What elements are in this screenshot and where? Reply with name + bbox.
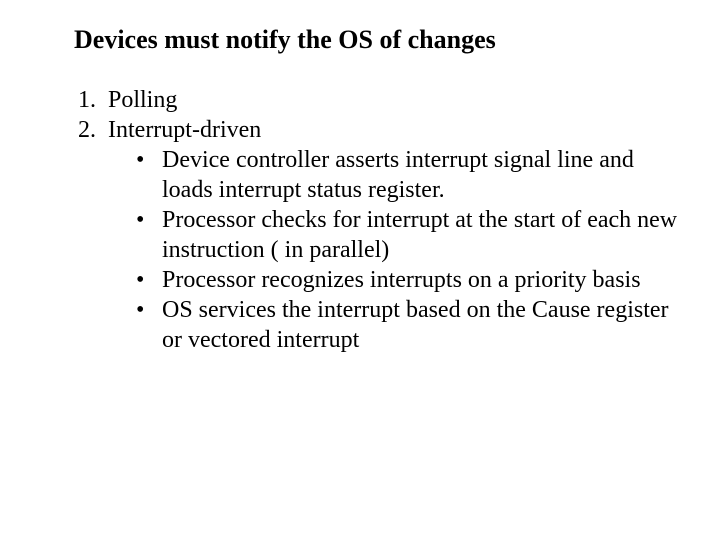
sub-list-item: Processor recognizes interrupts on a pri…	[132, 265, 680, 295]
slide: Devices must notify the OS of changes Po…	[0, 0, 720, 540]
list-item-label: Interrupt-driven	[108, 117, 261, 143]
sub-list-item: Device controller asserts interrupt sign…	[132, 145, 680, 205]
slide-title: Devices must notify the OS of changes	[74, 24, 680, 55]
list-item-label: Polling	[108, 87, 177, 113]
sub-list: Device controller asserts interrupt sign…	[108, 145, 680, 355]
sub-list-item: OS services the interrupt based on the C…	[132, 295, 680, 355]
sub-list-item: Processor checks for interrupt at the st…	[132, 205, 680, 265]
list-item: Polling	[102, 85, 680, 115]
list-item: Interrupt-driven Device controller asser…	[102, 115, 680, 355]
main-list: Polling Interrupt-driven Device controll…	[40, 85, 680, 355]
